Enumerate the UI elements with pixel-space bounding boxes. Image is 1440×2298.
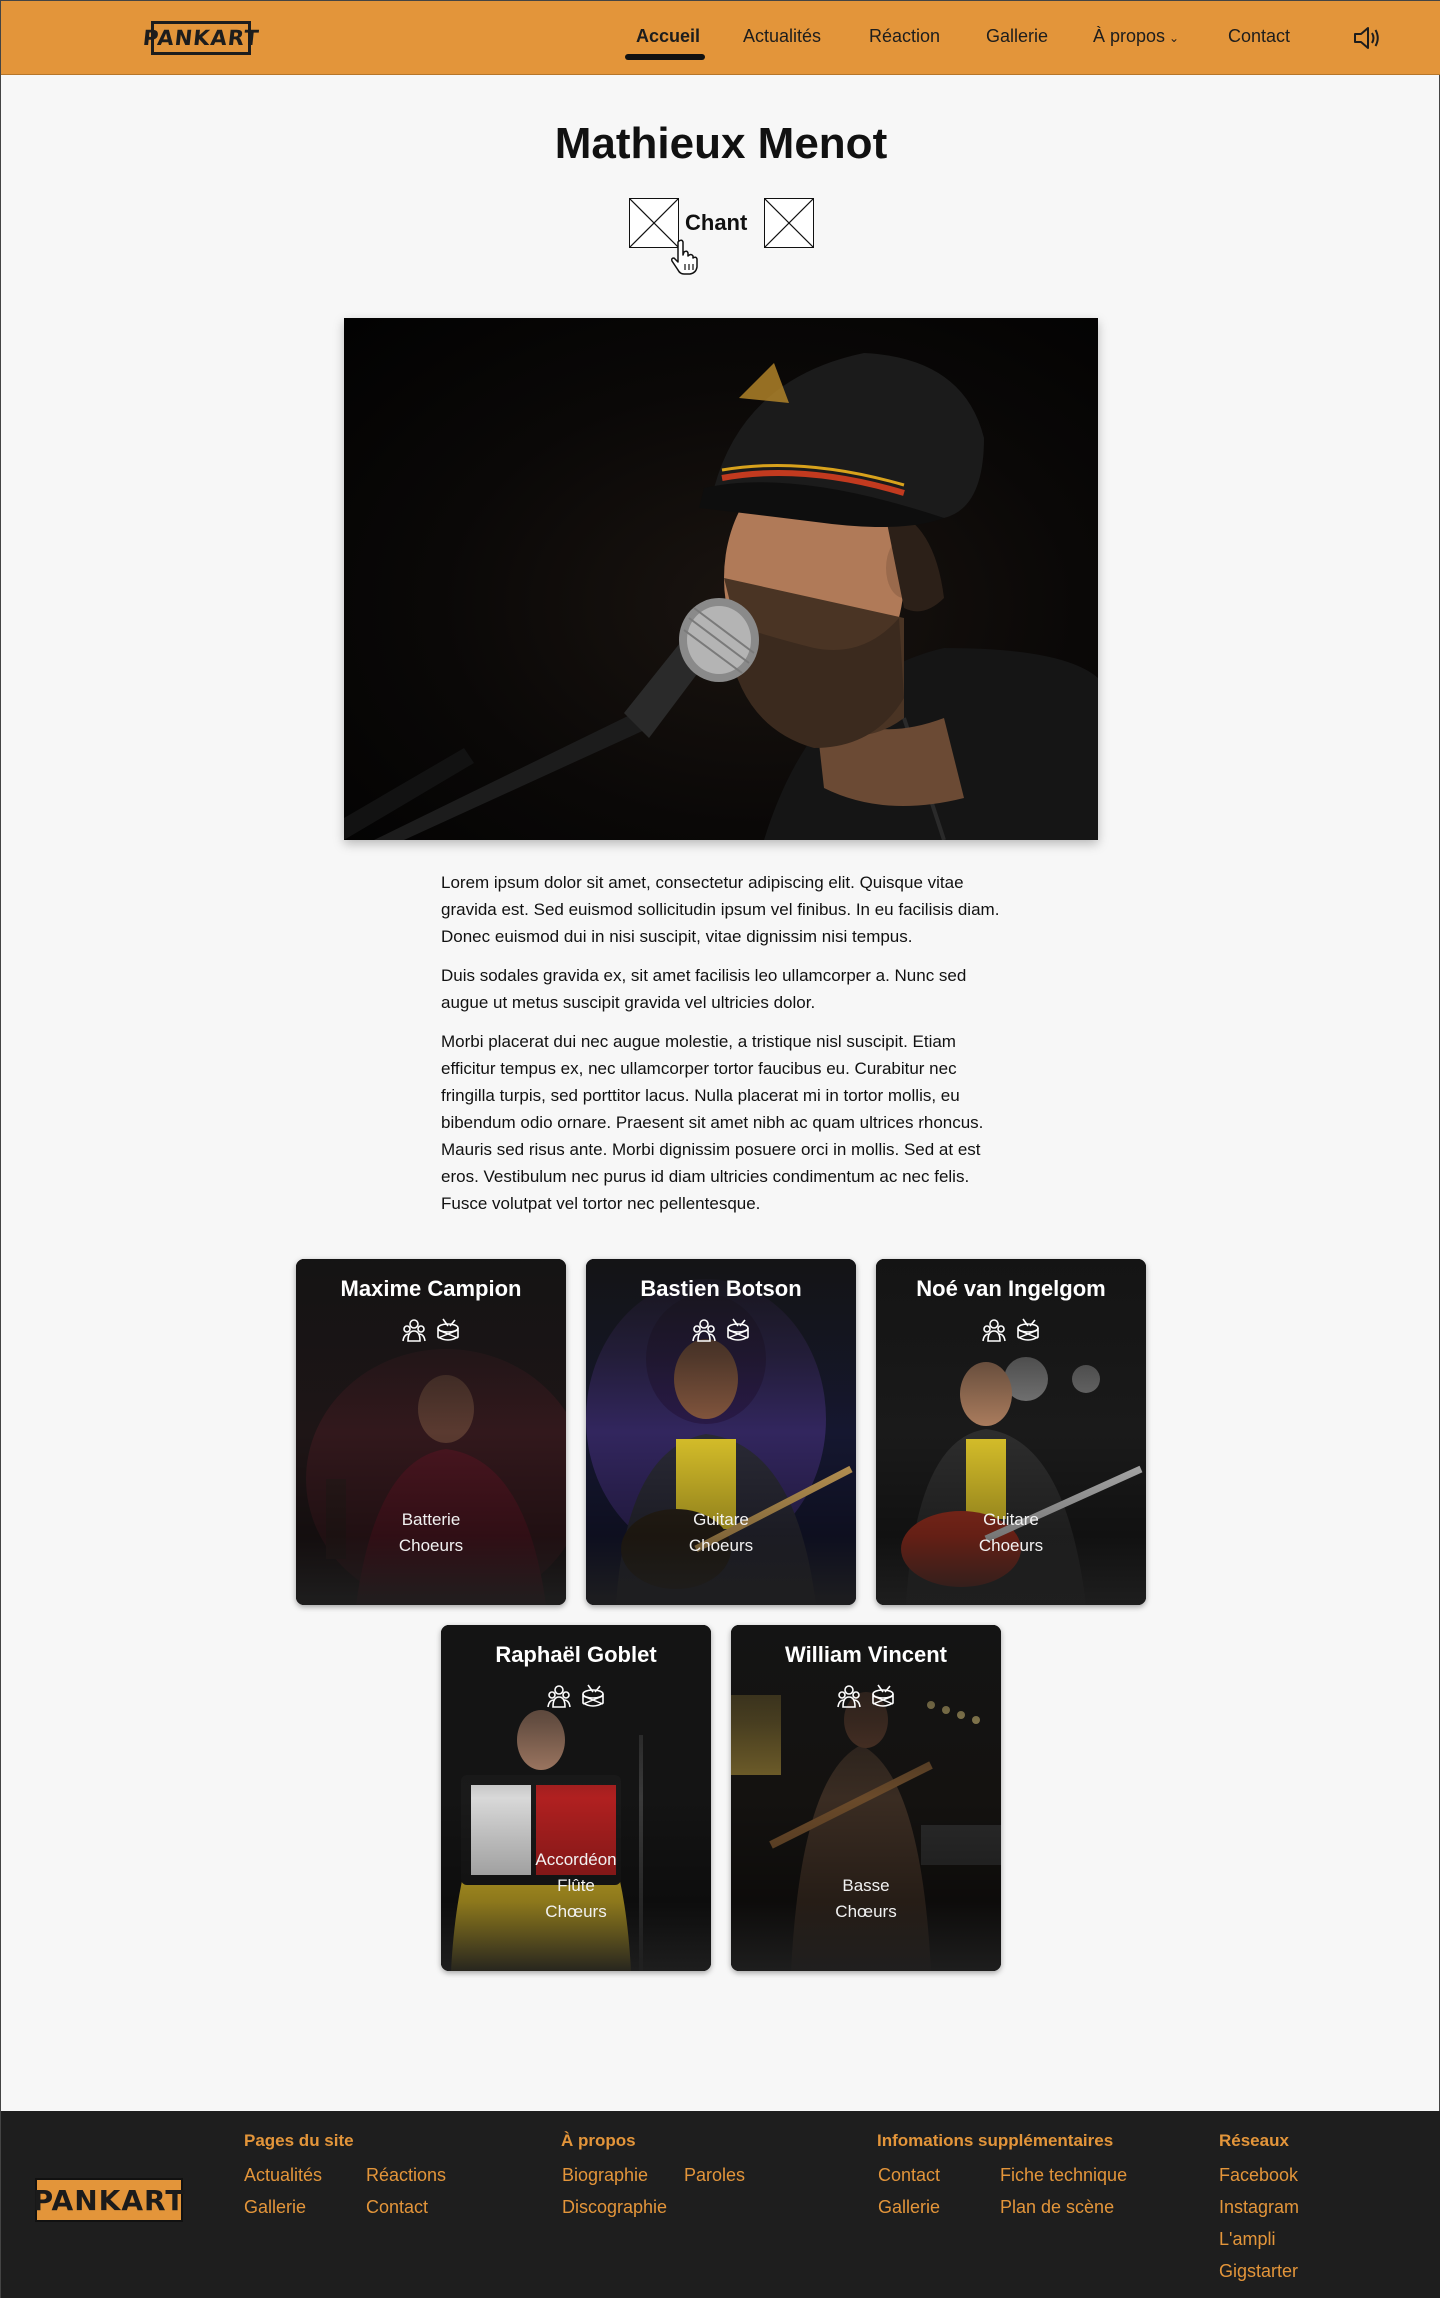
member-roles: Basse Chœurs <box>731 1873 1001 1925</box>
group-icon <box>692 1319 716 1342</box>
member-name: William Vincent <box>785 1642 947 1667</box>
role-item: Choeurs <box>978 1536 1044 1555</box>
footer-link-facebook[interactable]: Facebook <box>1219 2165 1298 2186</box>
footer-link-plan-de-scene[interactable]: Plan de scène <box>1000 2197 1114 2218</box>
nav-item-gallerie[interactable]: Gallerie <box>986 26 1048 47</box>
nav-item-reaction[interactable]: Réaction <box>869 26 940 47</box>
hand-pointer-icon <box>671 239 698 275</box>
footer-heading-pages: Pages du site <box>244 2131 354 2150</box>
bio-paragraph: Lorem ipsum dolor sit amet, consectetur … <box>441 873 1000 946</box>
chevron-down-icon: ⌄ <box>1169 31 1180 45</box>
role-item: Basse <box>842 1876 890 1895</box>
role-item: Choeurs <box>688 1536 754 1555</box>
member-card-raphael-goblet[interactable]: Raphaël Goblet Accordéon Flûte Chœurs <box>441 1625 711 1971</box>
member-badges <box>441 1683 711 1709</box>
role-item: Guitare <box>983 1510 1039 1529</box>
footer-link-contact[interactable]: Contact <box>366 2197 428 2218</box>
footer-link-info-contact[interactable]: Contact <box>878 2165 940 2186</box>
footer-heading-social: Réseaux <box>1219 2131 1289 2150</box>
member-name: Maxime Campion <box>340 1276 522 1301</box>
nav-item-contact[interactable]: Contact <box>1228 26 1290 47</box>
group-icon <box>547 1685 571 1708</box>
footer-heading-info: Infomations supplémentaires <box>877 2131 1114 2150</box>
group-icon <box>837 1685 861 1708</box>
role-selector: Chant <box>629 198 819 275</box>
footer-link-discographie[interactable]: Discographie <box>562 2197 667 2218</box>
drum-icon <box>582 1684 604 1707</box>
group-icon <box>402 1319 426 1342</box>
drum-icon <box>437 1318 459 1341</box>
member-card-noe-van-ingelgom[interactable]: Noé van Ingelgom Guitare Choeurs <box>876 1259 1146 1605</box>
footer-link-instagram[interactable]: Instagram <box>1219 2197 1299 2218</box>
footer-link-lampli[interactable]: L'ampli <box>1219 2229 1275 2250</box>
role-label: Chant <box>685 210 748 235</box>
bio-paragraph: Morbi placerat dui nec augue molestie, a… <box>441 1032 984 1213</box>
active-nav-indicator <box>625 54 705 60</box>
speaker-icon[interactable] <box>1352 24 1382 52</box>
nav-item-a-propos-label: À propos <box>1093 26 1166 46</box>
member-name: Noé van Ingelgom <box>916 1276 1106 1301</box>
bio-paragraph: Duis sodales gravida ex, sit amet facili… <box>441 966 967 1012</box>
member-badges <box>586 1317 856 1343</box>
nav-item-a-propos[interactable]: À propos ⌄ <box>1093 26 1179 47</box>
member-roles: Accordéon Flûte Chœurs <box>441 1847 711 1925</box>
drum-icon <box>872 1684 894 1707</box>
member-roles: Batterie Choeurs <box>296 1507 566 1559</box>
singer-photo <box>344 318 1098 840</box>
footer-link-biographie[interactable]: Biographie <box>562 2165 648 2186</box>
drum-icon <box>727 1318 749 1341</box>
member-roles: Guitare Choeurs <box>876 1507 1146 1559</box>
footer-heading-about: À propos <box>561 2131 636 2150</box>
member-card-william-vincent[interactable]: William Vincent Basse Chœurs <box>731 1625 1001 1971</box>
footer-link-gigstarter[interactable]: Gigstarter <box>1219 2261 1298 2282</box>
role-item: Flûte <box>557 1876 595 1895</box>
role-item: Chœurs <box>835 1902 897 1921</box>
logo-text: PANKART <box>141 26 261 50</box>
footer-link-actualites[interactable]: Actualités <box>244 2165 322 2186</box>
page-title: Mathieux Menot <box>554 119 888 168</box>
member-card-bastien-botson[interactable]: Bastien Botson Guitare Choeurs <box>586 1259 856 1605</box>
pankart-logo[interactable]: PANKART <box>142 21 260 55</box>
role-item: Batterie <box>401 1510 461 1529</box>
footer-link-reactions[interactable]: Réactions <box>366 2165 446 2186</box>
member-badges <box>876 1317 1146 1343</box>
footer-link-fiche-technique[interactable]: Fiche technique <box>1000 2165 1127 2186</box>
top-navigation-bar: PANKART Accueil Actualités Réaction Gall… <box>1 1 1440 75</box>
role-item: Accordéon <box>535 1850 617 1869</box>
footer-link-paroles[interactable]: Paroles <box>684 2165 745 2186</box>
member-name: Bastien Botson <box>640 1276 802 1301</box>
nav-item-actualites[interactable]: Actualités <box>743 26 821 47</box>
role-item: Chœurs <box>545 1902 607 1921</box>
member-badges <box>296 1317 566 1343</box>
drum-icon <box>1017 1318 1039 1341</box>
member-card-maxime-campion[interactable]: Maxime Campion Batterie Choeurs <box>296 1259 566 1605</box>
nav-item-accueil[interactable]: Accueil <box>636 26 700 47</box>
role-item: Choeurs <box>398 1536 464 1555</box>
member-badges <box>731 1683 1001 1709</box>
member-name: Raphaël Goblet <box>495 1642 657 1667</box>
member-roles: Guitare Choeurs <box>586 1507 856 1559</box>
image-placeholder-icon[interactable] <box>764 198 814 248</box>
group-icon <box>982 1319 1006 1342</box>
site-footer: PANKART Pages du site Actualités Réactio… <box>1 2111 1440 2298</box>
biography-text: Lorem ipsum dolor sit amet, consectetur … <box>441 869 1006 1229</box>
footer-link-info-gallerie[interactable]: Gallerie <box>878 2197 940 2218</box>
footer-logo[interactable]: PANKART <box>33 2178 184 2222</box>
footer-link-gallerie[interactable]: Gallerie <box>244 2197 306 2218</box>
role-item: Guitare <box>693 1510 749 1529</box>
